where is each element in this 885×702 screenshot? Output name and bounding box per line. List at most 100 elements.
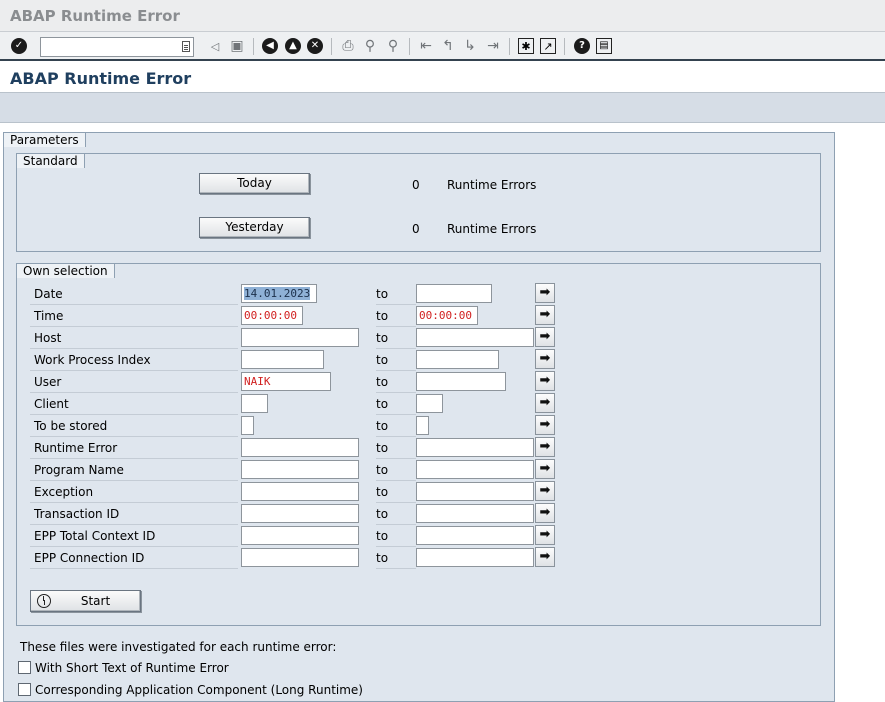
date-multiple-selection-button[interactable]: ➡ xyxy=(535,283,555,303)
selection-row-transaction-id: Transaction ID to ➡ xyxy=(30,503,555,525)
host-multiple-selection-button[interactable]: ➡ xyxy=(535,327,555,347)
exit-icon[interactable]: ▲ xyxy=(285,38,301,54)
selection-row-runtime-error: Runtime Error to ➡ xyxy=(30,437,555,459)
user-to-input[interactable] xyxy=(416,372,506,391)
time-label: Time xyxy=(30,306,238,327)
selection-row-program-name: Program Name to ➡ xyxy=(30,459,555,481)
application-component-checkbox[interactable] xyxy=(18,683,31,696)
command-history-icon[interactable] xyxy=(182,41,190,52)
runtime-error-label: Runtime Error xyxy=(30,438,238,459)
application-toolbar xyxy=(0,93,885,123)
program-name-to-label: to xyxy=(376,460,416,481)
find-icon[interactable]: ⚲ xyxy=(362,38,378,54)
enter-icon[interactable]: ✓ xyxy=(11,38,27,54)
date-from-value: 14.01.2023 xyxy=(244,287,311,300)
work-process-index-from-input[interactable] xyxy=(241,350,324,369)
work-process-index-label: Work Process Index xyxy=(30,350,238,371)
yesterday-button[interactable]: Yesterday xyxy=(199,217,310,238)
epp-connection-id-to-input[interactable] xyxy=(416,548,534,567)
time-multiple-selection-button[interactable]: ➡ xyxy=(535,305,555,325)
exception-multiple-selection-button[interactable]: ➡ xyxy=(535,481,555,501)
client-from-input[interactable] xyxy=(241,394,268,413)
client-multiple-selection-button[interactable]: ➡ xyxy=(535,393,555,413)
date-to-label: to xyxy=(376,284,416,305)
exception-to-input[interactable] xyxy=(416,482,534,501)
print-icon[interactable]: ⎙ xyxy=(340,38,356,54)
exception-label: Exception xyxy=(30,482,238,503)
host-label: Host xyxy=(30,328,238,349)
clock-icon xyxy=(37,594,51,608)
previous-page-icon[interactable]: ↰ xyxy=(440,38,456,54)
back-icon[interactable]: ◀ xyxy=(262,38,278,54)
program-name-multiple-selection-button[interactable]: ➡ xyxy=(535,459,555,479)
next-page-icon[interactable]: ↳ xyxy=(462,38,478,54)
epp-connection-id-label: EPP Connection ID xyxy=(30,548,238,569)
host-to-label: to xyxy=(376,328,416,349)
transaction-id-label: Transaction ID xyxy=(30,504,238,525)
epp-total-context-id-multiple-selection-button[interactable]: ➡ xyxy=(535,525,555,545)
to-be-stored-multiple-selection-button[interactable]: ➡ xyxy=(535,415,555,435)
cancel-icon[interactable]: ✕ xyxy=(307,38,323,54)
start-button[interactable]: Start xyxy=(30,590,141,612)
customize-layout-icon[interactable]: ▤ xyxy=(596,38,612,54)
time-to-input[interactable]: 00:00:00 xyxy=(416,306,478,325)
epp-connection-id-multiple-selection-button[interactable]: ➡ xyxy=(535,547,555,567)
short-text-checkbox[interactable] xyxy=(18,661,31,674)
shortcut-icon[interactable]: ↗ xyxy=(540,38,556,54)
date-label: Date xyxy=(30,284,238,305)
to-be-stored-label: To be stored xyxy=(30,416,238,437)
host-from-input[interactable] xyxy=(241,328,359,347)
own-selection-group-label: Own selection xyxy=(16,263,115,278)
selection-row-time: Time 00:00:00 to 00:00:00 ➡ xyxy=(30,305,555,327)
yesterday-count-label: Runtime Errors xyxy=(447,222,537,236)
client-to-input[interactable] xyxy=(416,394,443,413)
transaction-id-multiple-selection-button[interactable]: ➡ xyxy=(535,503,555,523)
time-from-input[interactable]: 00:00:00 xyxy=(241,306,303,325)
command-field[interactable] xyxy=(40,37,194,57)
runtime-error-from-input[interactable] xyxy=(241,438,359,457)
system-toolbar: ✓ ◁ ▣ ◀ ▲ ✕ ⎙ ⚲ ⚲ ⇤ ↰ ↳ ⇥ ✱ ↗ ? ▤ xyxy=(0,32,885,61)
back-small-icon[interactable]: ◁ xyxy=(207,38,223,54)
work-process-index-multiple-selection-button[interactable]: ➡ xyxy=(535,349,555,369)
work-process-index-to-input[interactable] xyxy=(416,350,499,369)
toolbar-separator xyxy=(564,38,565,55)
today-button[interactable]: Today xyxy=(199,173,310,194)
date-to-input[interactable] xyxy=(416,284,492,303)
new-session-icon[interactable]: ✱ xyxy=(518,38,534,54)
toolbar-separator xyxy=(409,38,410,55)
selection-row-work-process-index: Work Process Index to ➡ xyxy=(30,349,555,371)
program-name-from-input[interactable] xyxy=(241,460,359,479)
transaction-id-to-label: to xyxy=(376,504,416,525)
to-be-stored-to-label: to xyxy=(376,416,416,437)
save-icon[interactable]: ▣ xyxy=(229,38,245,54)
date-from-input[interactable]: 14.01.2023 xyxy=(241,284,317,303)
parameters-group-label: Parameters xyxy=(3,132,86,147)
find-next-icon[interactable]: ⚲ xyxy=(385,38,401,54)
user-multiple-selection-button[interactable]: ➡ xyxy=(535,371,555,391)
exception-from-input[interactable] xyxy=(241,482,359,501)
today-count: 0 xyxy=(412,178,420,192)
client-to-label: to xyxy=(376,394,416,415)
epp-total-context-id-to-input[interactable] xyxy=(416,526,534,545)
epp-connection-id-from-input[interactable] xyxy=(241,548,359,567)
to-be-stored-to-input[interactable] xyxy=(416,416,429,435)
program-name-to-input[interactable] xyxy=(416,460,534,479)
to-be-stored-from-input[interactable] xyxy=(241,416,254,435)
work-process-index-to-label: to xyxy=(376,350,416,371)
runtime-error-multiple-selection-button[interactable]: ➡ xyxy=(535,437,555,457)
start-button-label: Start xyxy=(80,593,111,608)
runtime-error-to-input[interactable] xyxy=(416,438,534,457)
transaction-id-to-input[interactable] xyxy=(416,504,534,523)
help-icon[interactable]: ? xyxy=(574,38,590,54)
epp-total-context-id-from-input[interactable] xyxy=(241,526,359,545)
last-page-icon[interactable]: ⇥ xyxy=(485,38,501,54)
selection-row-host: Host to ➡ xyxy=(30,327,555,349)
content-area: Parameters Standard Today 0 Runtime Erro… xyxy=(0,124,885,702)
first-page-icon[interactable]: ⇤ xyxy=(418,38,434,54)
selection-row-epp-connection-id: EPP Connection ID to ➡ xyxy=(30,547,555,569)
toolbar-separator xyxy=(253,38,254,55)
host-to-input[interactable] xyxy=(416,328,534,347)
selection-row-to-be-stored: To be stored to ➡ xyxy=(30,415,555,437)
transaction-id-from-input[interactable] xyxy=(241,504,359,523)
user-from-input[interactable]: NAIK xyxy=(241,372,331,391)
